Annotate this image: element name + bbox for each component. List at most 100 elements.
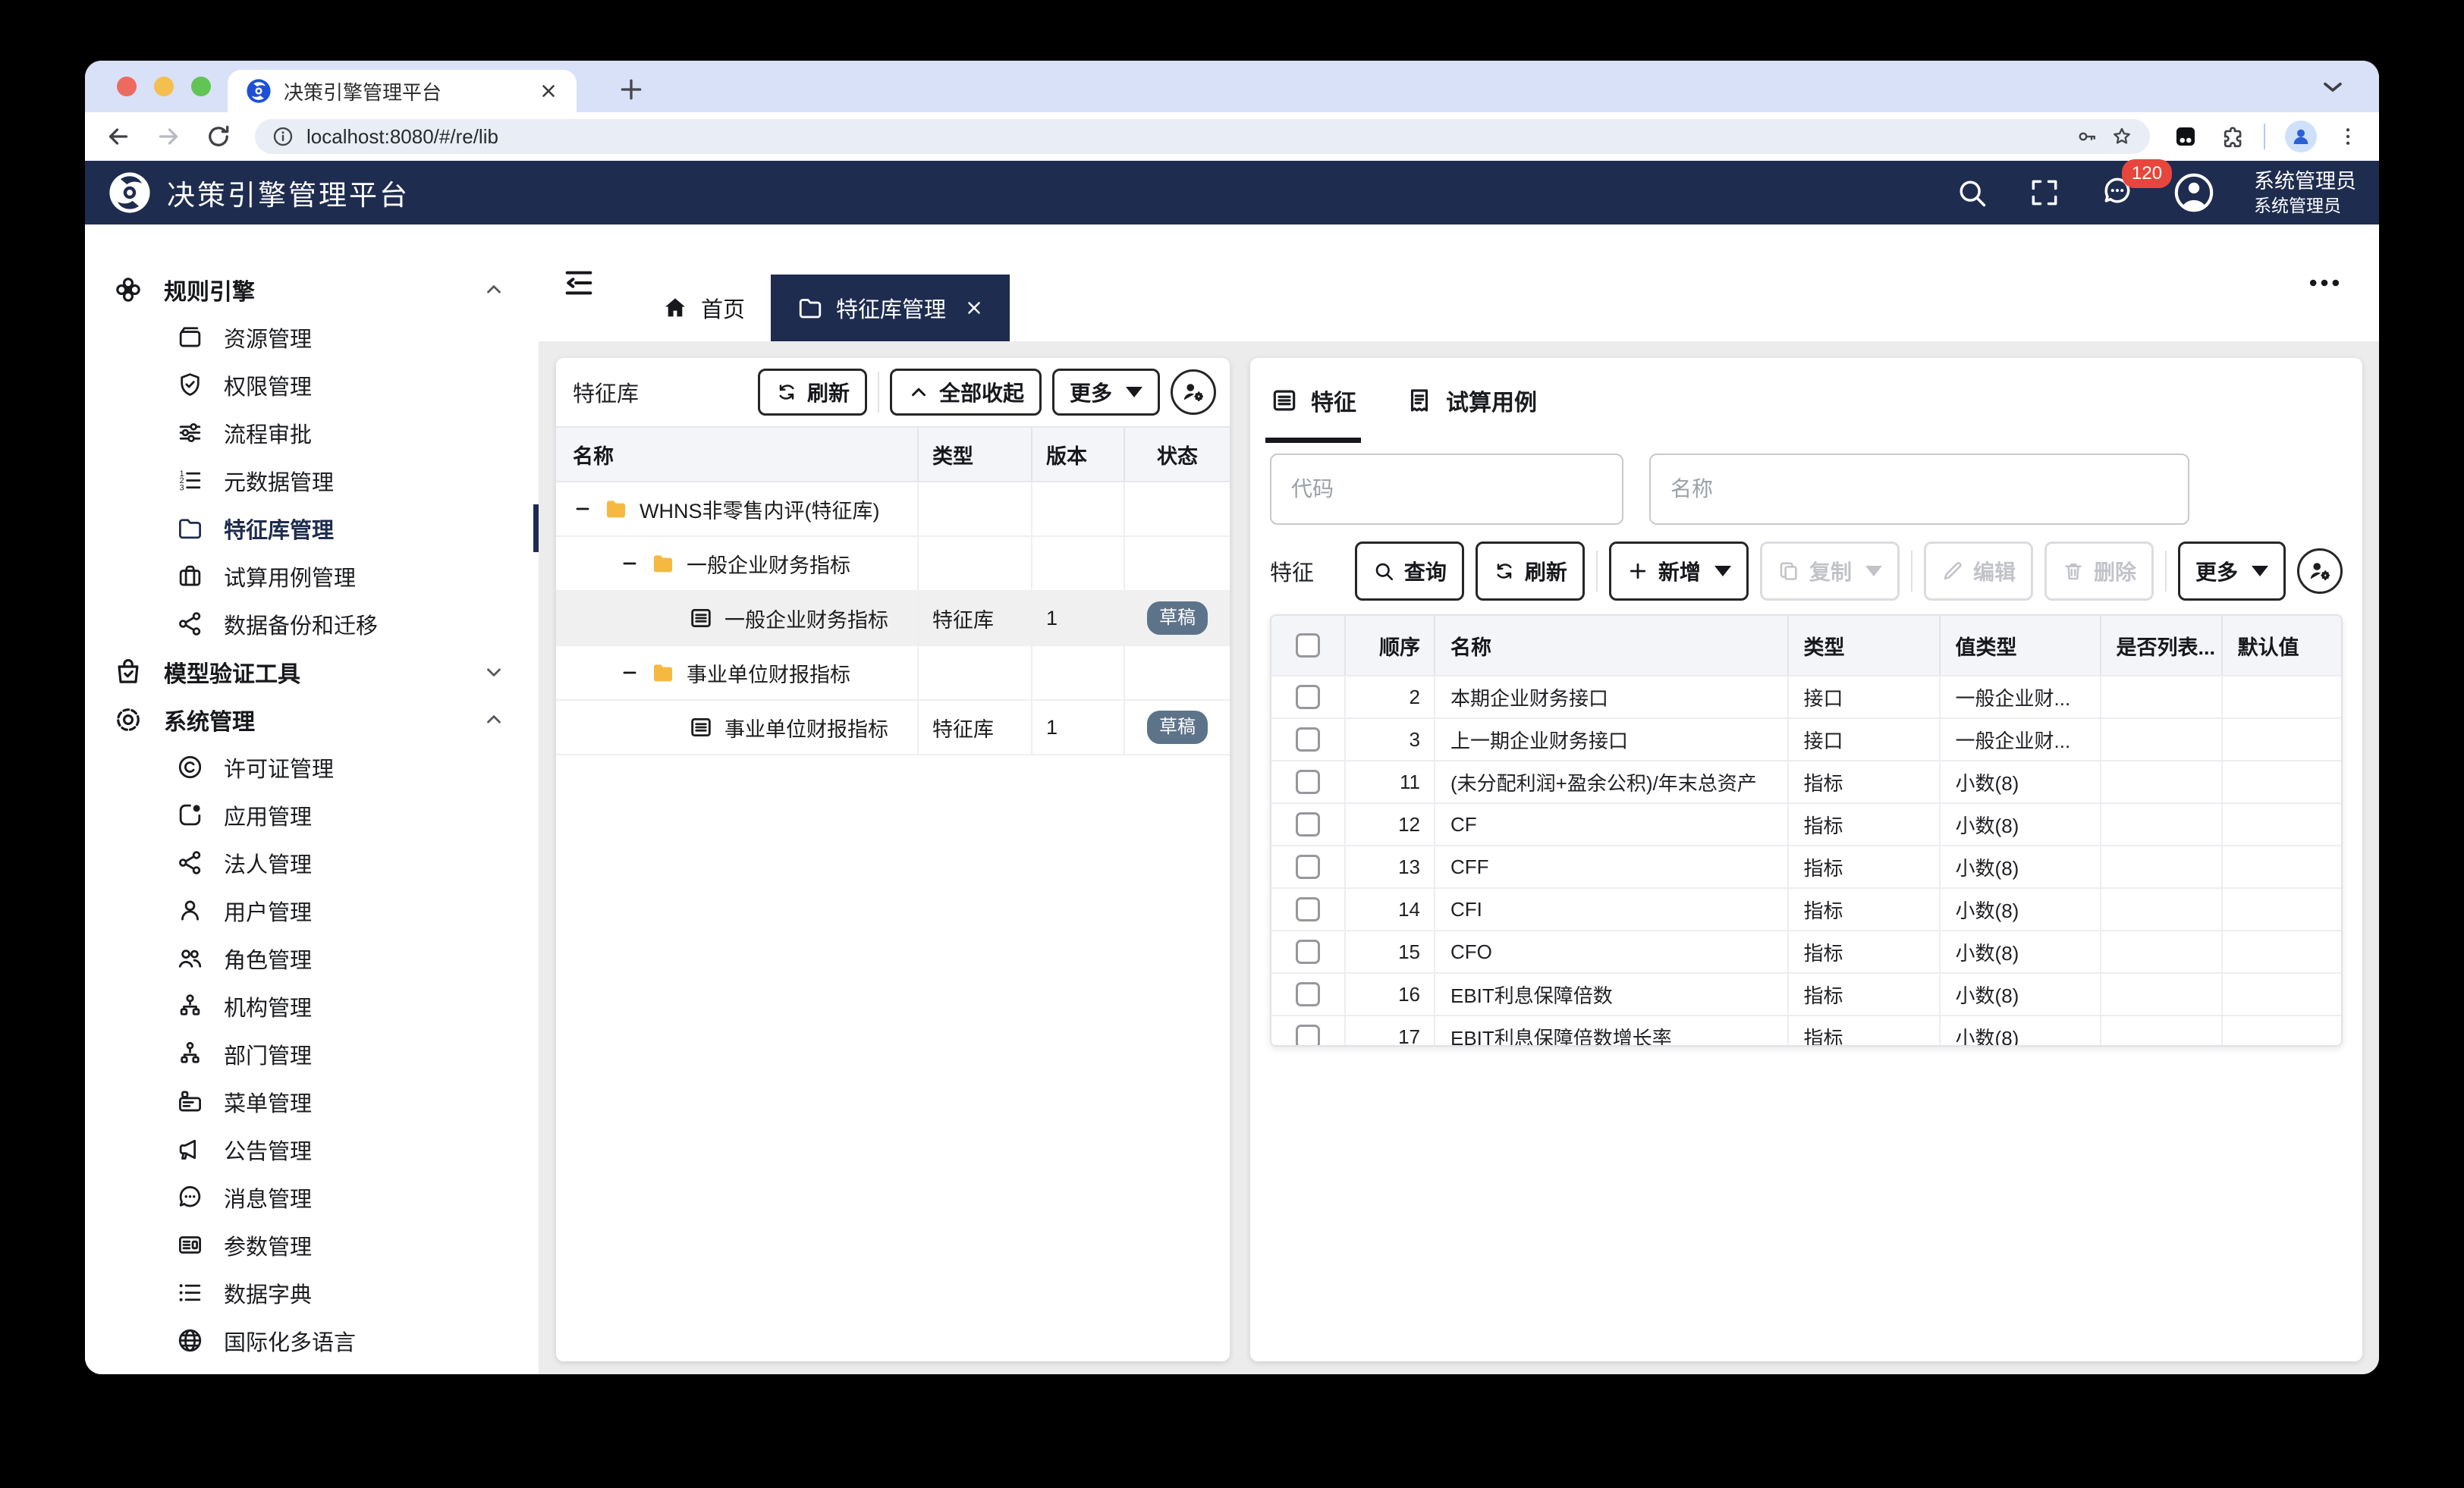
delete-button[interactable]: 删除: [2044, 542, 2154, 601]
tree-table-header: 名称 类型 版本 状态: [556, 426, 1230, 482]
cell-type: 指标: [1787, 931, 1939, 972]
table-row[interactable]: 3 上一期企业财务接口 接口 一般企业财...: [1271, 717, 2341, 760]
name-filter-input[interactable]: [1649, 454, 2189, 525]
zoom-window-button[interactable]: [191, 77, 211, 96]
bookmark-star-icon[interactable]: [2110, 125, 2133, 148]
sidebar-item-应用管理[interactable]: 应用管理: [85, 791, 539, 839]
feature-permissions-button[interactable]: [2297, 548, 2343, 594]
table-row[interactable]: 11 (未分配利润+盈余公积)/年末总资产 指标 小数(8): [1271, 760, 2341, 802]
sidebar-group-1[interactable]: 模型验证工具: [85, 648, 539, 695]
url-bar[interactable]: localhost:8080/#/re/lib: [255, 119, 2150, 154]
sidebar-item-特征库管理[interactable]: 特征库管理: [85, 504, 539, 552]
minimize-window-button[interactable]: [154, 77, 174, 96]
select-all-checkbox[interactable]: [1296, 633, 1320, 658]
user-info[interactable]: 系统管理员 系统管理员: [2254, 169, 2356, 217]
collapse-minus-icon[interactable]: [620, 663, 640, 683]
tab-特征[interactable]: 特征: [1270, 358, 1356, 443]
table-row[interactable]: 2 本期企业财务接口 接口 一般企业财...: [1271, 675, 2341, 717]
row-checkbox[interactable]: [1296, 727, 1320, 752]
table-row[interactable]: 14 CFI 指标 小数(8): [1271, 887, 2341, 930]
forward-icon[interactable]: [155, 123, 182, 150]
close-icon[interactable]: [964, 298, 984, 318]
copy-button[interactable]: 复制: [1760, 542, 1900, 601]
dept-chart-icon: [176, 1040, 204, 1068]
password-key-icon[interactable]: [2076, 125, 2098, 148]
sidebar-item-机构管理[interactable]: 机构管理: [85, 982, 539, 1030]
cell-is-list: [2100, 677, 2221, 717]
row-checkbox[interactable]: [1296, 982, 1320, 1006]
row-checkbox[interactable]: [1296, 685, 1320, 709]
sidebar-group-2[interactable]: 系统管理: [85, 695, 539, 743]
row-checkbox[interactable]: [1296, 855, 1320, 879]
sidebar-item-国际化多语言[interactable]: 国际化多语言: [85, 1317, 539, 1364]
row-checkbox[interactable]: [1296, 812, 1320, 837]
refresh-button[interactable]: 刷新: [1476, 542, 1585, 601]
reload-icon[interactable]: [205, 123, 232, 150]
tree-refresh-button[interactable]: 刷新: [758, 369, 867, 416]
tree-more-button[interactable]: 更多: [1052, 369, 1160, 416]
tab-试算用例[interactable]: 试算用例: [1405, 358, 1537, 443]
collapse-minus-icon[interactable]: [620, 554, 640, 573]
table-row[interactable]: 12 CF 指标 小数(8): [1271, 802, 2341, 845]
dark-extension-icon[interactable]: [2173, 124, 2198, 149]
tab-label: 特征: [1311, 384, 1356, 417]
back-icon[interactable]: [105, 123, 132, 150]
edit-button[interactable]: 编辑: [1924, 542, 2033, 601]
new-tab-button[interactable]: [616, 74, 646, 105]
collapse-all-button[interactable]: 全部收起: [890, 369, 1042, 416]
collapse-minus-icon[interactable]: [573, 499, 592, 519]
extensions-puzzle-icon[interactable]: [2218, 124, 2244, 149]
tree-row[interactable]: 一般企业财务指标: [556, 537, 1230, 592]
browser-tab[interactable]: 决策引擎管理平台: [228, 70, 577, 112]
add-button[interactable]: 新增: [1609, 542, 1749, 601]
search-icon[interactable]: [1955, 176, 1988, 209]
cell-value-type: 小数(8): [1939, 974, 2100, 1015]
tab-home[interactable]: 首页: [636, 275, 771, 341]
sidebar-item-数据字典[interactable]: 数据字典: [85, 1269, 539, 1317]
query-button[interactable]: 查询: [1355, 542, 1464, 601]
sidebar-item-权限管理[interactable]: 权限管理: [85, 361, 539, 409]
close-window-button[interactable]: [117, 77, 137, 96]
tabbar-more-icon[interactable]: [2303, 272, 2346, 294]
row-checkbox[interactable]: [1296, 940, 1320, 964]
sidebar-item-流程审批[interactable]: 流程审批: [85, 409, 539, 457]
sidebar-item-角色管理[interactable]: 角色管理: [85, 934, 539, 982]
sidebar-item-试算用例管理[interactable]: 试算用例管理: [85, 552, 539, 600]
site-info-icon[interactable]: [272, 125, 294, 148]
browser-menu-icon[interactable]: [2337, 124, 2359, 149]
table-row[interactable]: 13 CFF 指标 小数(8): [1271, 845, 2341, 887]
tab-search-button[interactable]: [2315, 71, 2350, 102]
tree-row[interactable]: WHNS非零售内评(特征库): [556, 482, 1230, 537]
more-button[interactable]: 更多: [2178, 542, 2286, 601]
sidebar-item-法人管理[interactable]: 法人管理: [85, 839, 539, 887]
sidebar-item-部门管理[interactable]: 部门管理: [85, 1030, 539, 1078]
fullscreen-icon[interactable]: [2028, 176, 2061, 209]
sidebar-item-许可证管理[interactable]: 许可证管理: [85, 743, 539, 791]
tree-row[interactable]: 事业单位财报指标 特征库 1 草稿: [556, 701, 1230, 755]
table-row[interactable]: 16 EBIT利息保障倍数 指标 小数(8): [1271, 972, 2341, 1015]
row-checkbox[interactable]: [1296, 1025, 1320, 1047]
sidebar-item-元数据管理[interactable]: 123 元数据管理: [85, 457, 539, 504]
tree-row[interactable]: 事业单位财报指标: [556, 646, 1230, 701]
sidebar-item-资源管理[interactable]: 资源管理: [85, 313, 539, 361]
table-row[interactable]: 15 CFO 指标 小数(8): [1271, 930, 2341, 972]
tab-close-icon[interactable]: [539, 81, 558, 101]
sidebar-item-数据备份和迁移[interactable]: 数据备份和迁移: [85, 600, 539, 648]
user-avatar[interactable]: [2173, 172, 2214, 213]
sidebar-item-公告管理[interactable]: 公告管理: [85, 1125, 539, 1173]
tree-row[interactable]: 一般企业财务指标 特征库 1 草稿: [556, 592, 1230, 646]
table-row[interactable]: 17 EBIT利息保障倍数增长率 指标 小数(8): [1271, 1015, 2341, 1047]
tab-feature-library[interactable]: 特征库管理: [771, 275, 1010, 341]
row-checkbox[interactable]: [1296, 770, 1320, 794]
collapse-sidebar-icon[interactable]: [561, 265, 596, 300]
tree-permissions-button[interactable]: [1171, 369, 1216, 415]
sidebar-item-菜单管理[interactable]: 菜单管理: [85, 1078, 539, 1125]
row-checkbox[interactable]: [1296, 897, 1320, 921]
code-filter-input[interactable]: [1270, 454, 1623, 525]
sidebar-group-0[interactable]: 规则引擎: [85, 265, 539, 313]
sidebar-item-参数管理[interactable]: 参数管理: [85, 1221, 539, 1269]
messages-button[interactable]: 120: [2101, 174, 2134, 212]
sidebar-item-用户管理[interactable]: 用户管理: [85, 887, 539, 934]
browser-profile-avatar[interactable]: [2285, 121, 2317, 152]
sidebar-item-消息管理[interactable]: 消息管理: [85, 1173, 539, 1221]
